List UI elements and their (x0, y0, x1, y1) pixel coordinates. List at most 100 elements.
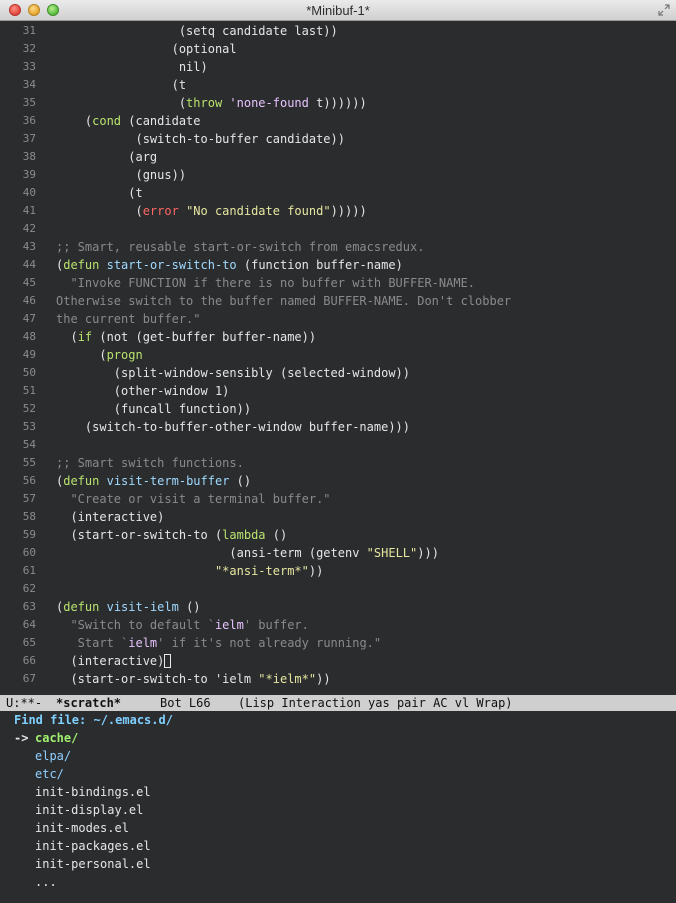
token: (switch-to-buffer-other-window buffer-na… (56, 420, 411, 434)
completion-item[interactable]: init-personal.el (35, 855, 151, 873)
line-number: 57 (22, 492, 36, 505)
token: ( (56, 348, 107, 362)
completion-item[interactable]: init-modes.el (35, 819, 129, 837)
token-comment: "Create or visit a terminal buffer." (56, 492, 331, 506)
token-kw: defun (63, 474, 100, 488)
token-str: "*ielm*" (258, 672, 317, 686)
code-text: (funcall function)) (56, 400, 251, 418)
line-number: 46 (22, 294, 36, 307)
line-number: 36 (22, 114, 36, 127)
mode-line: U:**- *scratch* Bot L66 (Lisp Interactio… (0, 695, 676, 711)
code-text: Start `ielm' if it's not already running… (56, 634, 381, 652)
line-number: 51 (22, 384, 36, 397)
token-str: "No candidate found" (186, 204, 331, 218)
completion-item[interactable]: etc/ (35, 765, 64, 783)
line-number: 34 (22, 78, 36, 91)
minibuffer[interactable]: Find file: ~/.emacs.d/ -> cache/elpa/etc/… (0, 711, 676, 903)
token: (candidate (121, 114, 201, 128)
token: (funcall function)) (56, 402, 252, 416)
completion-item[interactable]: init-bindings.el (35, 783, 151, 801)
line-number: 52 (22, 402, 36, 415)
token: ))))) (330, 204, 367, 218)
token: nil) (56, 60, 208, 74)
line-number: 54 (22, 438, 36, 451)
token: )) (308, 564, 324, 578)
code-text: "Create or visit a terminal buffer." (56, 490, 331, 508)
line-number: 38 (22, 150, 36, 163)
window-title: *Minibuf-1* (306, 3, 370, 18)
code-text: "*ansi-term*")) (56, 562, 323, 580)
line-number: 43 (22, 240, 36, 253)
line-number: 41 (22, 204, 36, 217)
code-text: (t (56, 184, 143, 202)
line-number: 40 (22, 186, 36, 199)
token: () (178, 600, 201, 614)
code-text: (ansi-term (getenv "SHELL"))) (56, 544, 439, 562)
token-fn: start-or-switch-to (106, 258, 237, 272)
buffer-name[interactable]: *scratch* (56, 695, 121, 711)
token-kw: throw (186, 96, 223, 110)
buffer-position: Bot L66 (160, 696, 211, 710)
token: ))) (417, 546, 439, 560)
line-number: 59 (22, 528, 36, 541)
line-number: 64 (22, 618, 36, 631)
code-text: (setq candidate last)) (56, 22, 338, 40)
code-text: (arg (56, 148, 157, 166)
fullscreen-icon[interactable] (658, 4, 670, 16)
code-text: (error "No candidate found"))))) (56, 202, 367, 220)
token: (start-or-switch-to ( (56, 528, 223, 542)
token-comment: ' buffer. (243, 618, 309, 632)
token-fn: visit-ielm (106, 600, 179, 614)
line-number: 48 (22, 330, 36, 343)
completion-item[interactable]: elpa/ (35, 747, 71, 765)
code-text: (progn (56, 346, 142, 364)
token-comment: "Invoke FUNCTION if there is no buffer w… (56, 276, 476, 290)
token: (switch-to-buffer candidate)) (56, 132, 345, 146)
find-file-prompt[interactable]: Find file: ~/.emacs.d/ (14, 711, 173, 729)
line-number: 62 (22, 582, 36, 595)
token-sym: ielm (214, 618, 244, 632)
code-text: (if (not (get-buffer buffer-name)) (56, 328, 316, 346)
code-text: (t (56, 76, 186, 94)
code-text: (other-window 1) (56, 382, 230, 400)
code-text: (defun visit-term-buffer () (56, 472, 251, 490)
line-number: 44 (22, 258, 36, 271)
token: )) (316, 672, 331, 686)
code-text: Otherwise switch to the buffer named BUF… (56, 292, 511, 310)
completion-item[interactable]: init-display.el (35, 801, 143, 819)
token-str: "SHELL" (366, 546, 418, 560)
line-number: 56 (22, 474, 36, 487)
code-text: (split-window-sensibly (selected-window)… (56, 364, 410, 382)
token: (t (56, 186, 143, 200)
token-err: error (142, 204, 179, 218)
token-kw: if (77, 330, 93, 344)
completion-item[interactable]: cache/ (35, 729, 78, 747)
line-number: 35 (22, 96, 36, 109)
code-text: (cond (candidate (56, 112, 201, 130)
token-comment: ;; Smart, reusable start-or-switch from … (56, 240, 425, 254)
text-cursor (164, 654, 172, 668)
completion-item[interactable]: init-packages.el (35, 837, 151, 855)
token: ( (56, 114, 93, 128)
token: ( (56, 204, 143, 218)
line-number: 50 (22, 366, 36, 379)
code-text: (defun visit-ielm () (56, 598, 201, 616)
token: (arg (56, 150, 158, 164)
code-text: (switch-to-buffer candidate)) (56, 130, 345, 148)
code-text: "Switch to default `ielm' buffer. (56, 616, 309, 634)
editor-buffer[interactable]: 31 (setq candidate last)) 32 (optional 33 … (0, 21, 676, 695)
line-number: 66 (22, 654, 36, 667)
line-number: 55 (22, 456, 36, 469)
token-sym: ielm (128, 636, 158, 650)
token: t)))))) (308, 96, 367, 110)
major-minor-modes[interactable]: (Lisp Interaction yas pair AC vl Wrap) (238, 695, 513, 711)
code-text: ;; Smart switch functions. (56, 454, 244, 472)
code-text: ;; Smart, reusable start-or-switch from … (56, 238, 424, 256)
code-text: (interactive) (56, 652, 172, 670)
token: ( (56, 330, 78, 344)
token: (start-or-switch-to 'ielm (56, 672, 259, 686)
token-comment: ;; Smart switch functions. (56, 456, 244, 470)
line-number: 32 (22, 42, 36, 55)
